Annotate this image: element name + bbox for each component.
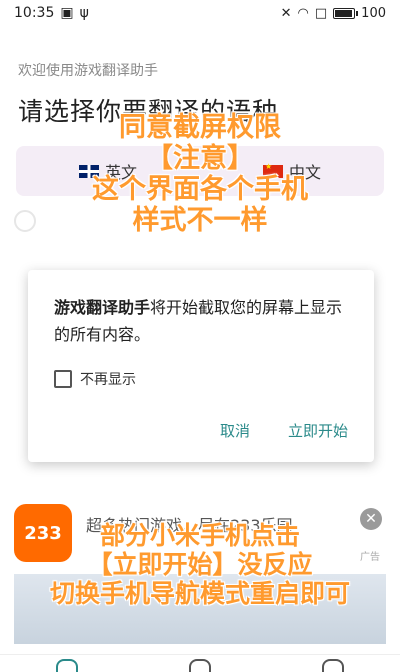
nav-profile-icon[interactable] bbox=[322, 659, 345, 672]
window-icon: □ bbox=[314, 5, 328, 21]
status-bar: 10:35 ▣ ψ ✕ ◠ □ 100 bbox=[0, 0, 400, 26]
overlay-annotation-top: 同意截屏权限 【注意】 这个界面各个手机 样式不一样 bbox=[0, 112, 400, 236]
overlay-line: 部分小米手机点击 bbox=[99, 521, 300, 550]
overlay-line: 【注意】 bbox=[146, 143, 254, 175]
image-icon: ▣ bbox=[60, 5, 74, 21]
battery-level: 100 bbox=[361, 5, 386, 21]
wifi-icon: ◠ bbox=[297, 5, 309, 21]
dialog-message: 游戏翻译助手将开始截取您的屏幕上显示的所有内容。 bbox=[54, 294, 348, 348]
overlay-line: 这个界面各个手机 bbox=[92, 174, 308, 206]
screen-capture-dialog: 游戏翻译助手将开始截取您的屏幕上显示的所有内容。 不再显示 取消 立即开始 bbox=[28, 270, 374, 462]
welcome-text: 欢迎使用游戏翻译助手 bbox=[18, 63, 158, 79]
dialog-app-name: 游戏翻译助手 bbox=[54, 298, 151, 317]
overlay-annotation-bottom: 部分小米手机点击 【立即开始】没反应 切换手机导航模式重启即可 bbox=[0, 521, 400, 608]
dont-show-again-row[interactable]: 不再显示 bbox=[54, 369, 136, 389]
usb-icon: ψ bbox=[79, 5, 89, 21]
dialog-actions: 取消 立即开始 bbox=[220, 420, 348, 441]
overlay-line: 切换手机导航模式重启即可 bbox=[49, 578, 350, 608]
nav-chat-icon[interactable] bbox=[188, 659, 211, 672]
bottom-navigation bbox=[0, 654, 400, 672]
overlay-line: 【立即开始】没反应 bbox=[87, 549, 313, 579]
battery-icon bbox=[333, 7, 359, 19]
overlay-line: 样式不一样 bbox=[132, 205, 268, 237]
dont-show-again-label: 不再显示 bbox=[80, 372, 136, 388]
dont-show-again-checkbox[interactable] bbox=[54, 370, 72, 388]
overlay-line: 同意截屏权限 bbox=[119, 112, 281, 143]
start-now-button[interactable]: 立即开始 bbox=[288, 420, 348, 441]
nav-home-icon[interactable] bbox=[55, 659, 78, 672]
status-time: 10:35 bbox=[14, 5, 55, 21]
mute-icon: ✕ bbox=[280, 5, 292, 21]
cancel-button[interactable]: 取消 bbox=[220, 420, 250, 441]
